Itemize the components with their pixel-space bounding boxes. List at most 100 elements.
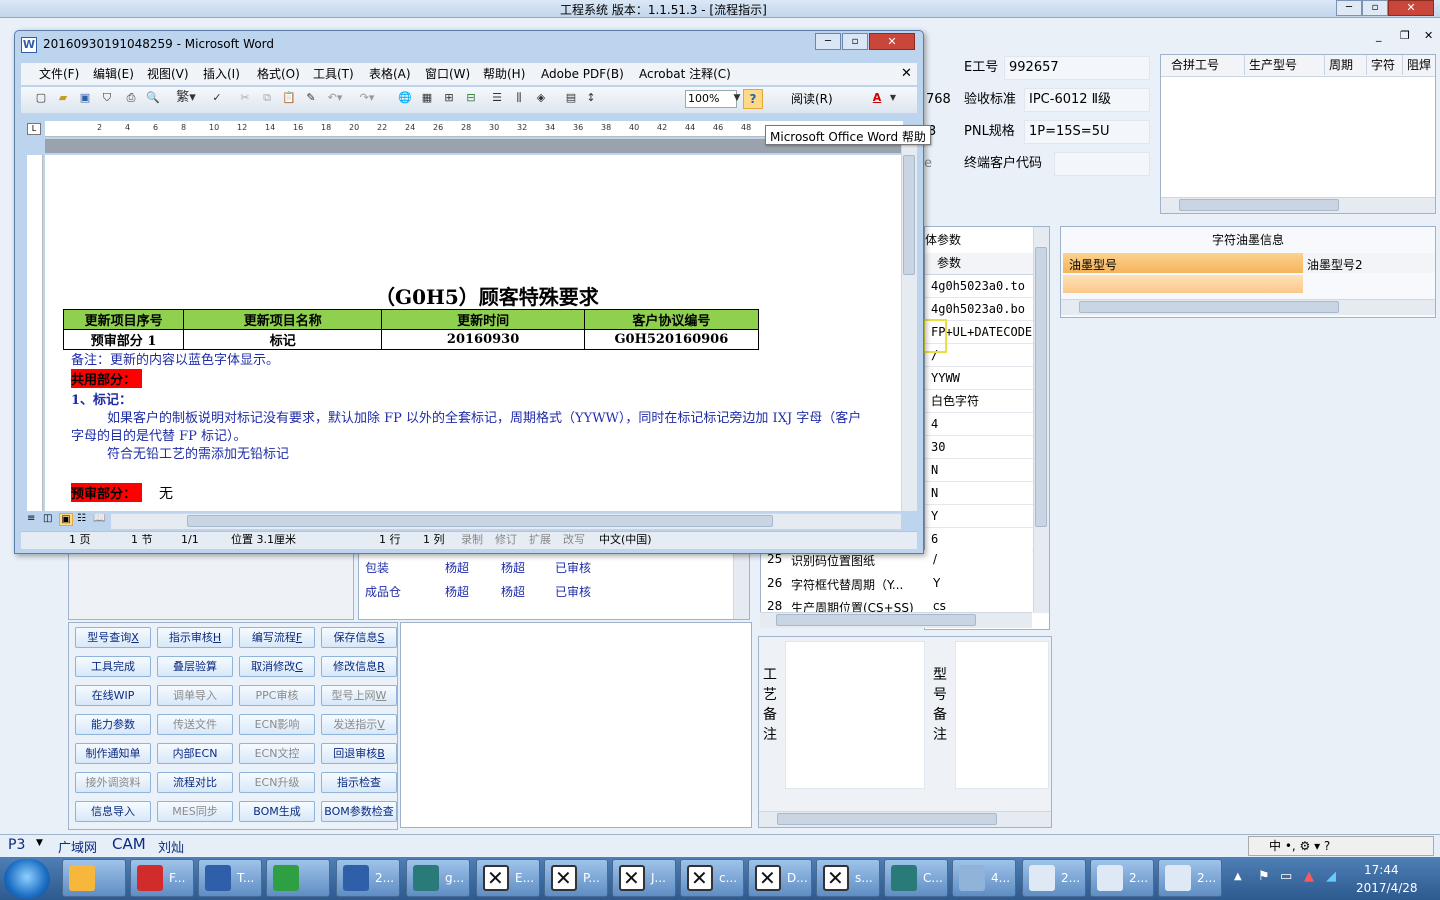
action-button[interactable]: 接外调资料 <box>75 772 151 793</box>
taskbar-button[interactable]: 2... <box>1022 859 1086 897</box>
notes-hscroll[interactable] <box>759 811 1051 827</box>
document-hscroll[interactable] <box>111 513 901 529</box>
columns-icon[interactable]: ☰ <box>489 90 505 106</box>
status-language[interactable]: 中文(中国) <box>599 532 652 548</box>
taskbar-button[interactable]: 4... <box>952 859 1016 897</box>
table-cell[interactable]: G0H520160906 <box>583 329 760 350</box>
approval-person[interactable]: 杨超 <box>501 583 525 600</box>
action-button[interactable]: 工具完成 <box>75 656 151 677</box>
menu-file[interactable]: 文件(F) <box>39 65 79 83</box>
web-view-icon[interactable]: ◫ <box>43 513 52 524</box>
action-button[interactable]: BOM参数检查 <box>321 801 397 822</box>
mdi-minimize-icon[interactable]: _ <box>1376 29 1382 42</box>
taskbar-button[interactable]: T... <box>198 859 262 897</box>
action-button[interactable]: 取消修改C <box>239 656 315 677</box>
approval-vscroll[interactable] <box>733 553 749 619</box>
menu-acrobat[interactable]: Acrobat 注释(C) <box>639 65 731 83</box>
print-preview-icon[interactable]: 🔍 <box>145 90 161 106</box>
drawing-icon[interactable]: ⫼ <box>511 90 527 106</box>
approval-status[interactable]: 已审核 <box>555 583 591 600</box>
approval-person[interactable]: 杨超 <box>445 583 469 600</box>
merge-col-1[interactable]: 生产型号 <box>1245 55 1325 75</box>
action-button[interactable]: 指示审核H <box>157 627 233 648</box>
undo-icon[interactable]: ↶▾ <box>327 90 343 106</box>
param-row[interactable]: 4 <box>925 413 1043 436</box>
params-hscroll-thumb[interactable] <box>776 614 976 626</box>
table-cell[interactable]: 预审部分 1 <box>62 329 185 350</box>
spellcheck-icon[interactable]: ✓ <box>209 90 225 106</box>
copy-icon[interactable]: ⧉ <box>259 90 275 106</box>
reading-view-icon[interactable]: 📖 <box>93 513 105 524</box>
action-button[interactable]: BOM生成 <box>239 801 315 822</box>
param-row[interactable]: 30 <box>925 436 1043 459</box>
param-row[interactable]: 4g0h5023a0.to <box>925 275 1043 298</box>
simplified-chinese-icon[interactable]: 繁▾ <box>171 90 201 106</box>
taskbar-button[interactable] <box>266 859 330 897</box>
status-tab-p3[interactable]: P3 <box>8 837 25 853</box>
save-icon[interactable]: ▣ <box>77 90 93 106</box>
app-maximize-button[interactable]: ▫ <box>1362 0 1388 16</box>
merge-col-2[interactable]: 周期 <box>1325 55 1367 75</box>
tray-volume-icon[interactable]: ◢ <box>1326 869 1336 884</box>
vertical-ruler[interactable] <box>27 155 43 511</box>
approval-dept[interactable]: 成品仓 <box>365 583 401 600</box>
action-button[interactable]: ECN升级 <box>239 772 315 793</box>
tray-flag-icon[interactable]: ⚑ <box>1258 869 1270 884</box>
font-color-icon[interactable]: A <box>869 90 885 106</box>
status-revisions[interactable]: 修订 <box>495 532 517 548</box>
status-tab-user[interactable]: 刘灿 <box>158 837 184 856</box>
action-button[interactable]: 编写流程F <box>239 627 315 648</box>
chevron-down-icon[interactable]: ▼ <box>36 838 43 848</box>
document-page[interactable]: （G0H5）顾客特殊要求 更新项目序号 更新项目名称 更新时间 客户协议编号 预… <box>45 155 901 511</box>
client-code-field[interactable] <box>1054 152 1150 176</box>
approval-status[interactable]: 已审核 <box>555 559 591 576</box>
action-button[interactable]: 制作通知单 <box>75 743 151 764</box>
param-row[interactable]: N <box>925 459 1043 482</box>
status-record[interactable]: 录制 <box>461 532 483 548</box>
action-button[interactable]: MES同步 <box>157 801 233 822</box>
insert-table-icon[interactable]: ⊞ <box>441 90 457 106</box>
tables-borders-icon[interactable]: ▦ <box>419 90 435 106</box>
taskbar-button[interactable]: 2... <box>1090 859 1154 897</box>
action-button[interactable]: 叠层验算 <box>157 656 233 677</box>
menu-table[interactable]: 表格(A) <box>369 65 411 83</box>
menu-window[interactable]: 窗口(W) <box>425 65 470 83</box>
menu-edit[interactable]: 编辑(E) <box>93 65 134 83</box>
ink-selected-row[interactable] <box>1063 275 1303 293</box>
mdi-restore-icon[interactable]: ❐ <box>1400 29 1410 42</box>
merge-col-4[interactable]: 阻焊 <box>1403 55 1435 75</box>
param-row[interactable]: 6 <box>925 528 1043 551</box>
table-cell[interactable]: 20160930 <box>381 329 585 350</box>
merge-col-3[interactable]: 字符 <box>1367 55 1403 75</box>
merge-col-0[interactable]: 合拼工号 <box>1167 55 1245 75</box>
status-overtype[interactable]: 改写 <box>563 532 585 548</box>
menu-tools[interactable]: 工具(T) <box>313 65 354 83</box>
word-close-button[interactable]: ✕ <box>869 33 915 50</box>
clock-time[interactable]: 17:44 <box>1364 863 1399 877</box>
action-button[interactable]: 保存信息S <box>321 627 397 648</box>
ink-hscroll[interactable] <box>1061 299 1435 315</box>
menu-insert[interactable]: 插入(I) <box>203 65 240 83</box>
action-button[interactable]: PPC审核 <box>239 685 315 706</box>
normal-view-icon[interactable]: ≡ <box>27 513 35 524</box>
taskbar-button[interactable]: C... <box>884 859 948 897</box>
merge-grid[interactable]: 合拼工号 生产型号 周期 字符 阻焊 <box>1160 54 1436 214</box>
table-head-cell[interactable]: 更新项目序号 <box>62 309 185 330</box>
param-row[interactable]: YYWW <box>925 367 1043 390</box>
doc-map-icon[interactable]: ◈ <box>533 90 549 106</box>
status-tab-wan[interactable]: 广域网 <box>58 837 97 856</box>
ime-bar[interactable]: 中 •, ⚙ ▾ ? <box>1248 836 1434 856</box>
action-button[interactable]: 回退审核B <box>321 743 397 764</box>
action-button[interactable]: 型号查询X <box>75 627 151 648</box>
new-icon[interactable]: ▢ <box>33 90 49 106</box>
param-row[interactable]: 白色字符 <box>925 390 1043 413</box>
print-icon[interactable]: ⎙ <box>123 90 139 106</box>
cut-icon[interactable]: ✂ <box>237 90 253 106</box>
ink-col2-header[interactable]: 油墨型号2 <box>1303 253 1435 273</box>
action-button[interactable]: 在线WIP <box>75 685 151 706</box>
params-hscroll[interactable] <box>760 612 1032 628</box>
tray-app-icon[interactable]: ▲ <box>1304 869 1314 884</box>
params-col-label[interactable]: 参数 <box>933 253 1033 273</box>
document-vscroll[interactable] <box>901 139 917 511</box>
table-cell[interactable]: 标记 <box>183 329 383 350</box>
